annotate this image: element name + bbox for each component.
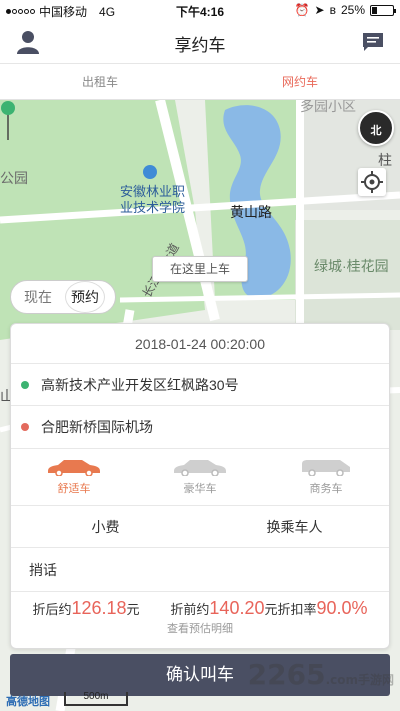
car-type-selector: 舒适车 豪华车 商务车 [11,448,389,506]
battery-icon [370,4,396,16]
tab-taxi[interactable]: 出租车 [0,64,200,99]
location-pin-icon [1,101,15,140]
message-field[interactable]: 捎话 [11,548,389,592]
map-label-district: 多园小区 [300,100,356,114]
service-tabs: 出租车 网约车 [0,64,400,100]
van-icon [302,460,350,476]
map-footer: 高德地图 500m [0,690,400,711]
alarm-icon: ⏰ [294,3,310,17]
message-icon [363,33,383,51]
compass-north-label: 北 [370,125,382,137]
car-type-comfort-label: 舒适车 [57,483,91,495]
battery-percent: 25% [340,3,365,17]
watermark: 2265.com手游网 [248,658,394,691]
message-button[interactable] [362,32,384,52]
sedan-icon [48,460,100,476]
map-label-road: 黄山路 [230,204,272,220]
map-scale: 500m [64,692,128,706]
bluetooth-icon: ʙ [329,3,336,17]
status-bar: 中国移动 4G 下午4:16 ⏰ ➤ ʙ 25% [0,0,400,20]
after-discount-value: 126.18 [71,598,127,618]
after-discount-unit: 元 [126,602,140,617]
crosshair-icon [361,171,383,193]
car-type-business-label: 商务车 [309,483,343,495]
after-discount-label: 折后约 [32,602,72,617]
discount-label: 折扣率 [277,602,317,617]
car-type-business[interactable]: 商务车 [263,449,389,505]
price-line: 折后约126.18元 折前约140.20元折扣率90.0% [11,598,389,619]
before-discount-value: 140.20 [209,598,265,618]
before-discount-unit: 元 [264,602,278,617]
watermark-suffix: .com [325,673,358,687]
time-mode-book[interactable]: 预约 [65,281,105,313]
time-mode-now[interactable]: 现在 [11,287,65,307]
before-discount: 折前约140.20元折扣率90.0% [170,598,367,619]
tab-ride-hailing[interactable]: 网约车 [200,64,400,99]
map-label-park: 公园 [0,170,28,186]
ride-options: 小费 换乘车人 [11,506,389,548]
origin-address: 高新技术产业开发区红枫路30号 [41,376,239,393]
watermark-sub: 手游网 [357,673,394,687]
after-discount: 折后约126.18元 [32,598,139,619]
car-type-luxury-label: 豪华车 [183,483,217,495]
time-mode-toggle[interactable]: 现在 预约 [10,280,116,314]
car-type-luxury[interactable]: 豪华车 [137,449,263,505]
price-detail-link[interactable]: 查看预估明细 [11,620,389,636]
location-arrow-icon: ➤ [314,3,325,17]
locate-button[interactable] [358,168,386,196]
page-title: 享约车 [174,36,226,55]
pickup-datetime[interactable]: 2018-01-24 00:20:00 [11,324,389,364]
destination-dot-icon [21,423,29,431]
change-passenger-button[interactable]: 换乘车人 [200,506,389,547]
car-type-comfort[interactable]: 舒适车 [11,449,137,505]
tip-button[interactable]: 小费 [11,506,200,547]
status-right: ⏰ ➤ ʙ 25% [294,3,396,17]
compass-button[interactable]: 北 [358,110,394,146]
amap-logo: 高德地图 [6,696,50,708]
map-label-residence: 绿城·桂花园 [314,258,389,274]
booking-panel: 2018-01-24 00:20:00 高新技术产业开发区红枫路30号 合肥新桥… [10,323,390,649]
destination-address: 合肥新桥国际机场 [41,419,153,435]
nav-bar: 享约车 [0,20,400,64]
map-label-column: 柱 [378,152,392,168]
before-discount-label: 折前约 [170,602,210,617]
destination-row[interactable]: 合肥新桥国际机场 [11,406,389,448]
luxury-car-icon [174,460,226,476]
origin-dot-icon [21,380,29,389]
pickup-tip: 在这里上车 [152,256,248,282]
watermark-text: 2265 [247,658,326,691]
map-label-school: 安徽林业职 业技术学院 [120,184,186,215]
discount-value: 90.0% [316,598,368,618]
price-estimate: 折后约126.18元 折前约140.20元折扣率90.0% 查看预估明细 [11,592,389,648]
origin-row[interactable]: 高新技术产业开发区红枫路30号 [11,364,389,406]
